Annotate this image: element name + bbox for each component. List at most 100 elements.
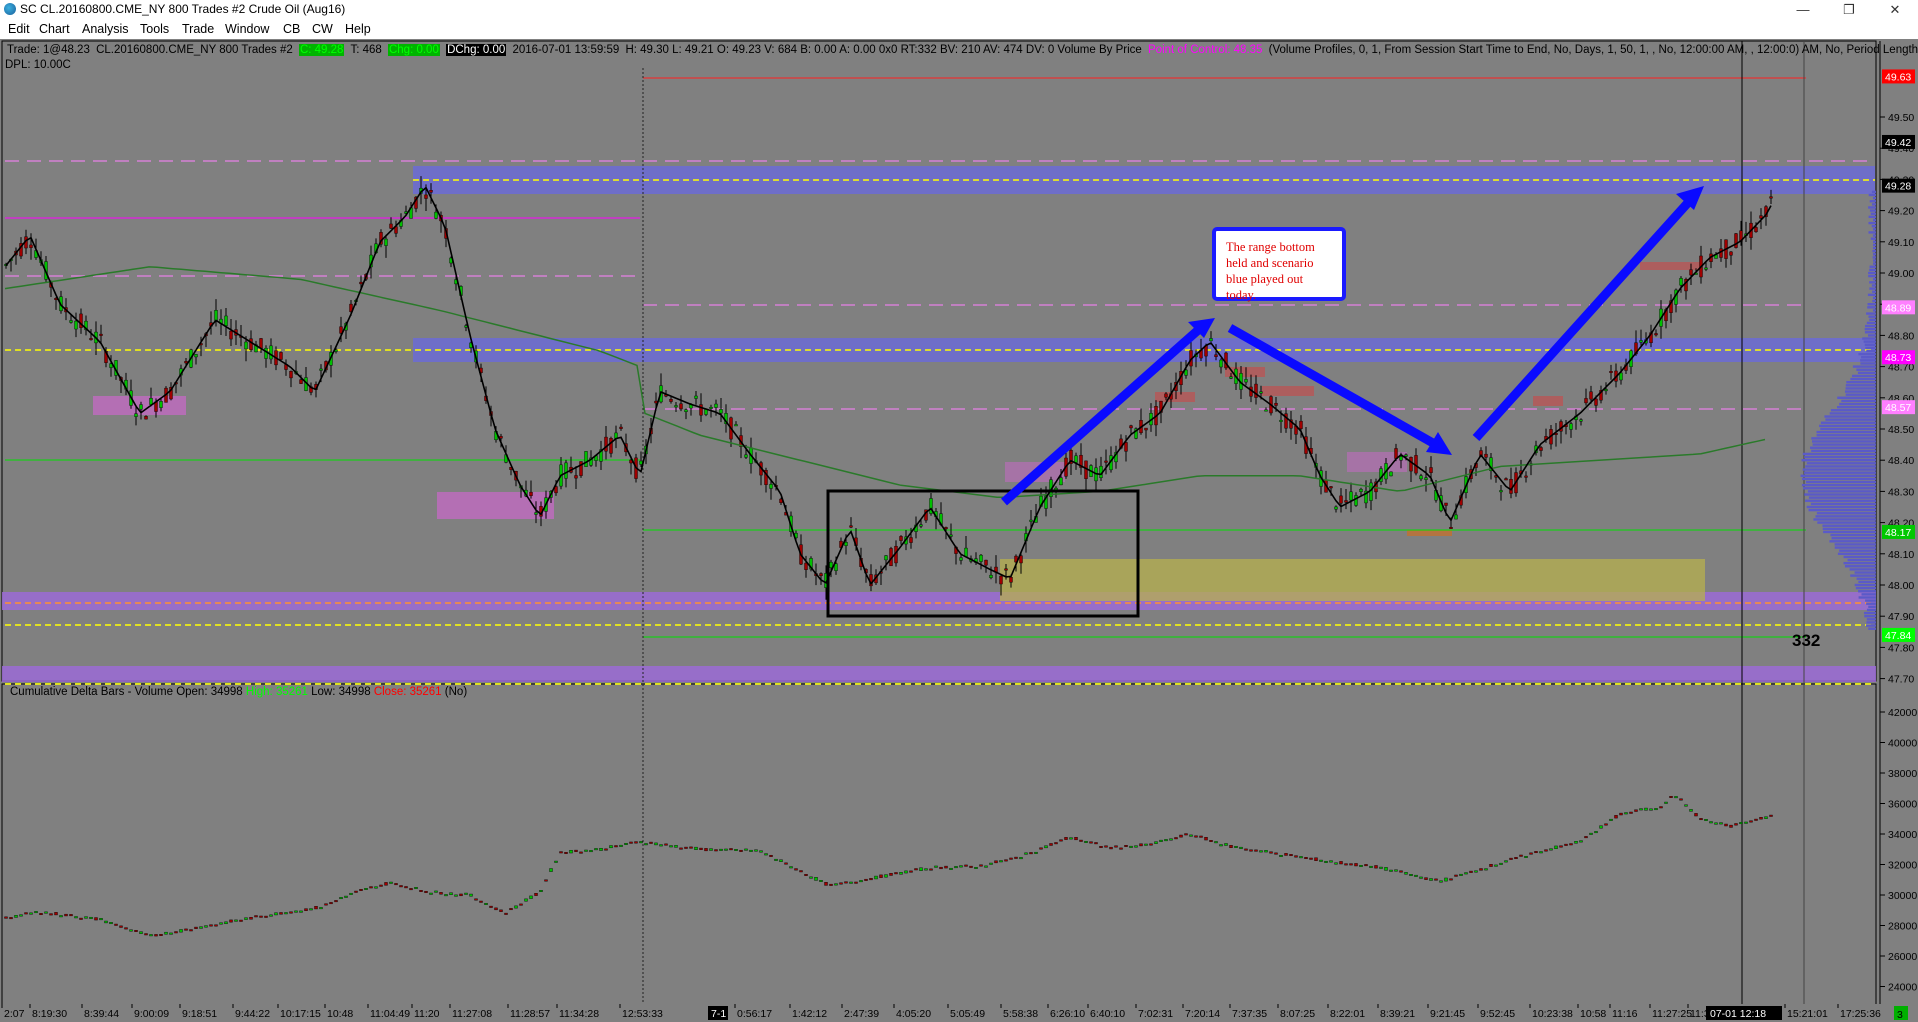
delta-bar: [279, 912, 283, 915]
volume-profile-bar: [1866, 312, 1876, 315]
delta-bar: [459, 893, 463, 897]
delta-bar: [329, 902, 333, 905]
delta-bar: [834, 883, 838, 886]
time-tick-label: 10:48: [327, 1008, 353, 1020]
delta-bar: [1249, 849, 1253, 852]
delta-bar: [1594, 831, 1598, 834]
delta-study-title: Cumulative Delta Bars - Volume Open: 349…: [10, 686, 467, 698]
delta-bar: [454, 894, 458, 897]
delta-bar: [549, 868, 553, 872]
delta-bar: [1234, 846, 1238, 848]
small-zone-4: [1407, 530, 1452, 536]
candle-body: [1124, 442, 1128, 452]
volume-profile-bar: [1817, 521, 1876, 524]
candle-body: [264, 347, 268, 359]
candle-body: [989, 574, 993, 578]
delta-bar: [179, 929, 183, 933]
delta-bar: [844, 881, 848, 884]
candle-body: [1449, 527, 1453, 529]
delta-bar: [744, 848, 748, 851]
delta-bar: [634, 841, 638, 844]
delta-bar: [1224, 843, 1228, 846]
delta-bar: [254, 915, 258, 918]
delta-bar: [154, 934, 158, 937]
delta-bar: [959, 865, 963, 868]
delta-bar: [1214, 841, 1218, 844]
delta-bar: [819, 880, 823, 882]
price-tick-label: 47.80: [1888, 642, 1914, 654]
delta-bar: [1749, 820, 1753, 823]
delta-bar: [1464, 872, 1468, 875]
delta-bar: [114, 923, 118, 926]
delta-bar: [734, 849, 738, 851]
delta-bar: [1059, 839, 1063, 842]
delta-bar: [1259, 850, 1263, 853]
volume-profile-bar: [1834, 543, 1876, 546]
trade-info: Trade: 1@48.23: [7, 44, 90, 56]
candle-body: [1454, 514, 1458, 520]
chart-canvas[interactable]: 49.5049.4049.3049.2049.1049.0048.9048.80…: [0, 0, 1918, 1022]
candle-body: [269, 345, 273, 360]
delta-bar: [44, 911, 48, 914]
delta-bar: [1644, 807, 1648, 811]
annotation-callout[interactable]: The range bottom held and scenario blue …: [1212, 227, 1346, 302]
volume-profile-bar: [1864, 327, 1876, 331]
delta-bar: [1399, 870, 1403, 873]
delta-bar: [1534, 851, 1538, 854]
delta-bar: [924, 868, 928, 871]
volume-profile-bar: [1864, 343, 1876, 346]
delta-axis: 42000 40000 38000 36000 34000 32000 30000 28000…: [1880, 707, 1917, 994]
delta-bar: [709, 848, 713, 851]
time-tick-label: 7:20:14: [1185, 1008, 1220, 1020]
volume-profile-bar: [1825, 418, 1876, 421]
delta-bar: [1599, 825, 1603, 829]
delta-panel-frame: [1, 683, 1877, 1019]
delta-bar: [419, 890, 423, 892]
delta-bar: [304, 908, 308, 912]
delta-bar: [1029, 852, 1033, 855]
candle-body: [1619, 372, 1623, 381]
time-tick-label: 8:22:01: [1330, 1008, 1365, 1020]
delta-bar: [544, 879, 548, 882]
time-tick-label: 8:39:21: [1380, 1008, 1415, 1020]
poc-info: Point of Control: 48.35: [1148, 44, 1263, 56]
candle-body: [89, 338, 93, 341]
candle-body: [1509, 479, 1513, 494]
time-tick-label: 5:58:38: [1003, 1008, 1038, 1020]
delta-bar: [54, 912, 58, 916]
time-tick-label: 11:28:57: [510, 1008, 550, 1020]
volume-profile-bar: [1866, 621, 1876, 624]
volume-profile-bar: [1805, 499, 1876, 502]
candle-body: [299, 379, 303, 384]
volume-profile-bar: [1873, 196, 1876, 200]
delta-bar: [1679, 798, 1683, 801]
cursor-time-label: 07-01 12:18: [1710, 1008, 1766, 1020]
volume-profile-bar: [1829, 540, 1876, 543]
delta-bar: [509, 908, 513, 911]
candle-body: [259, 338, 263, 349]
volume-profile-bar: [1873, 228, 1876, 231]
delta-bar: [1699, 818, 1703, 821]
delta-bar: [1194, 835, 1198, 838]
candle-body: [734, 424, 738, 427]
candle-body: [709, 407, 713, 409]
candle-body: [1579, 419, 1583, 422]
delta-bar: [1634, 809, 1638, 812]
delta-bar: [19, 914, 23, 917]
delta-bar: [389, 881, 393, 884]
candle-body: [434, 211, 438, 219]
delta-bar: [994, 860, 998, 864]
delta-bar: [1319, 859, 1323, 862]
delta-bar: [539, 890, 543, 892]
delta-bar: [1489, 864, 1493, 867]
volume-profile-bar: [1822, 524, 1876, 527]
delta-bar: [1014, 856, 1018, 859]
volume-profile-bar: [1869, 268, 1876, 272]
volume-profile-bar: [1839, 549, 1876, 552]
delta-bar: [434, 890, 438, 893]
price-tick-label: 49.10: [1888, 237, 1914, 249]
delta-bar: [364, 888, 368, 890]
delta-bar: [449, 892, 453, 895]
delta-bar: [859, 880, 863, 883]
candle-body: [1429, 467, 1433, 473]
